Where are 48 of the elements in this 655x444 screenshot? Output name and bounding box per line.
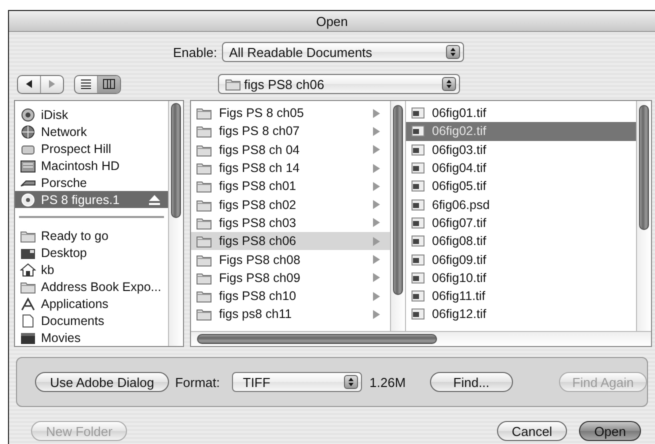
file-item[interactable]: 6fig06.psd: [406, 195, 636, 214]
sidebar-item[interactable]: Macintosh HD: [15, 157, 168, 174]
format-popup[interactable]: TIFF: [232, 372, 362, 392]
file-size: 1.26M: [370, 374, 406, 390]
sidebar-item[interactable]: Movies: [15, 329, 168, 346]
folder-item[interactable]: figs PS8 ch02: [191, 195, 390, 214]
cancel-button[interactable]: Cancel: [496, 421, 568, 441]
folder-item[interactable]: Figs PS 8 ch05: [191, 104, 390, 122]
file-item[interactable]: 06fig01.tif: [406, 104, 636, 122]
file-item[interactable]: 06fig10.tif: [406, 268, 636, 287]
open-button[interactable]: Open: [579, 421, 641, 441]
folder-item[interactable]: figs PS8 ch10: [191, 286, 390, 306]
find-button[interactable]: Find...: [430, 372, 513, 392]
folder-item[interactable]: figs PS8 ch 14: [191, 158, 390, 178]
location-popup[interactable]: figs PS8 ch06: [218, 74, 460, 94]
file-item[interactable]: 06fig08.tif: [406, 232, 636, 250]
file-item[interactable]: 06fig02.tif: [406, 122, 636, 141]
sidebar-item[interactable]: Porsche: [15, 174, 168, 191]
folder-item[interactable]: figs PS8 ch01: [191, 177, 390, 196]
file-item[interactable]: 06fig12.tif: [406, 305, 636, 324]
file-item[interactable]: 06fig05.tif: [406, 177, 636, 196]
file-item[interactable]: 06fig04.tif: [406, 158, 636, 178]
sidebar-item[interactable]: Ready to go: [15, 227, 168, 244]
folder-item[interactable]: figs ps8 ch11: [191, 305, 390, 324]
enable-label: Enable:: [173, 44, 218, 60]
folder-item[interactable]: figs PS8 ch03: [191, 214, 390, 232]
sidebar-item[interactable]: PS 8 figures.1: [15, 191, 168, 208]
sidebar-item[interactable]: Address Book Expo...: [15, 278, 168, 295]
sidebar-item[interactable]: Network: [15, 123, 168, 140]
folder-item[interactable]: Figs PS8 ch09: [191, 268, 390, 287]
folder-item[interactable]: Figs PS8 ch08: [191, 250, 390, 269]
folder-item[interactable]: figs PS8 ch06: [191, 232, 390, 250]
folder-item[interactable]: figs PS 8 ch07: [191, 122, 390, 141]
sidebar-item[interactable]: kb: [15, 261, 168, 278]
window-title: Open: [316, 14, 348, 28]
sidebar-item[interactable]: Prospect Hill: [15, 140, 168, 157]
sidebar-item[interactable]: iDisk: [15, 106, 168, 123]
file-item[interactable]: 06fig09.tif: [406, 250, 636, 269]
enable-popup[interactable]: All Readable Documents: [222, 42, 464, 62]
sidebar-item[interactable]: Applications: [15, 295, 168, 312]
use-adobe-dialog-button[interactable]: Use Adobe Dialog: [35, 372, 170, 392]
format-label: Format:: [175, 374, 220, 390]
sidebar-item[interactable]: Desktop: [15, 244, 168, 261]
sidebar-item[interactable]: Documents: [15, 312, 168, 329]
file-item[interactable]: 06fig11.tif: [406, 286, 636, 306]
file-item[interactable]: 06fig03.tif: [406, 140, 636, 159]
folder-item[interactable]: figs PS8 ch 04: [191, 140, 390, 159]
file-item[interactable]: 06fig07.tif: [406, 214, 636, 232]
